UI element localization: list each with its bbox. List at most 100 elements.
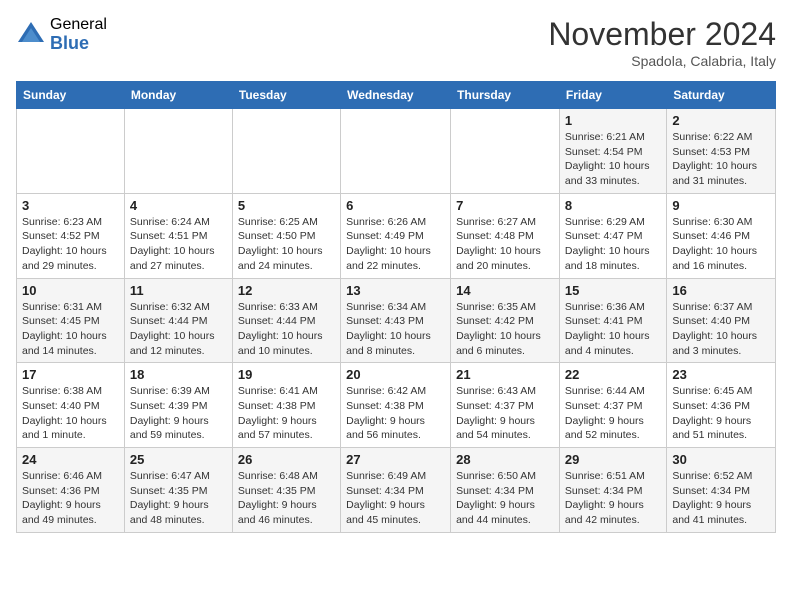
day-info: Sunrise: 6:23 AM Sunset: 4:52 PM Dayligh…: [22, 215, 119, 274]
header-row: SundayMondayTuesdayWednesdayThursdayFrid…: [17, 82, 776, 109]
day-info: Sunrise: 6:46 AM Sunset: 4:36 PM Dayligh…: [22, 469, 119, 528]
page-header: General Blue November 2024 Spadola, Cala…: [16, 16, 776, 69]
month-title: November 2024: [548, 16, 776, 53]
location: Spadola, Calabria, Italy: [548, 53, 776, 69]
day-cell: 28Sunrise: 6:50 AM Sunset: 4:34 PM Dayli…: [451, 448, 560, 533]
day-info: Sunrise: 6:45 AM Sunset: 4:36 PM Dayligh…: [672, 384, 770, 443]
day-cell: 4Sunrise: 6:24 AM Sunset: 4:51 PM Daylig…: [124, 193, 232, 278]
day-number: 8: [565, 198, 661, 213]
column-header-wednesday: Wednesday: [341, 82, 451, 109]
logo-blue: Blue: [50, 34, 107, 54]
column-header-monday: Monday: [124, 82, 232, 109]
day-info: Sunrise: 6:41 AM Sunset: 4:38 PM Dayligh…: [238, 384, 335, 443]
day-number: 15: [565, 283, 661, 298]
logo-icon: [16, 20, 46, 50]
day-info: Sunrise: 6:29 AM Sunset: 4:47 PM Dayligh…: [565, 215, 661, 274]
day-number: 26: [238, 452, 335, 467]
day-cell: 22Sunrise: 6:44 AM Sunset: 4:37 PM Dayli…: [559, 363, 666, 448]
day-number: 6: [346, 198, 445, 213]
day-cell: 23Sunrise: 6:45 AM Sunset: 4:36 PM Dayli…: [667, 363, 776, 448]
day-cell: 8 Sunrise: 6:29 AM Sunset: 4:47 PM Daylig…: [559, 193, 666, 278]
day-number: 12: [238, 283, 335, 298]
day-number: 17: [22, 367, 119, 382]
day-info: Sunrise: 6:21 AM Sunset: 4:54 PM Dayligh…: [565, 130, 661, 189]
day-cell: 21Sunrise: 6:43 AM Sunset: 4:37 PM Dayli…: [451, 363, 560, 448]
day-cell: 20 Sunrise: 6:42 AM Sunset: 4:38 PM Dayli…: [341, 363, 451, 448]
logo-general: General: [50, 16, 107, 34]
day-cell: 30Sunrise: 6:52 AM Sunset: 4:34 PM Dayli…: [667, 448, 776, 533]
day-info: Sunrise: 6:27 AM Sunset: 4:48 PM Dayligh…: [456, 215, 554, 274]
day-info: Sunrise: 6:32 AM Sunset: 4:44 PM Dayligh…: [130, 300, 227, 359]
day-number: 9: [672, 198, 770, 213]
day-info: Sunrise: 6:42 AM Sunset: 4:38 PM Dayligh…: [346, 384, 445, 443]
day-cell: 14Sunrise: 6:35 AM Sunset: 4:42 PM Dayli…: [451, 278, 560, 363]
day-cell: 2 Sunrise: 6:22 AM Sunset: 4:53 PM Daylig…: [667, 109, 776, 194]
day-cell: 9 Sunrise: 6:30 AM Sunset: 4:46 PM Daylig…: [667, 193, 776, 278]
day-number: 3: [22, 198, 119, 213]
week-row: 10Sunrise: 6:31 AM Sunset: 4:45 PM Dayli…: [17, 278, 776, 363]
day-cell: 12 Sunrise: 6:33 AM Sunset: 4:44 PM Dayli…: [232, 278, 340, 363]
day-number: 24: [22, 452, 119, 467]
day-cell: 11 Sunrise: 6:32 AM Sunset: 4:44 PM Dayli…: [124, 278, 232, 363]
day-info: Sunrise: 6:30 AM Sunset: 4:46 PM Dayligh…: [672, 215, 770, 274]
calendar-table: SundayMondayTuesdayWednesdayThursdayFrid…: [16, 81, 776, 533]
day-number: 11: [130, 283, 227, 298]
day-number: 1: [565, 113, 661, 128]
column-header-saturday: Saturday: [667, 82, 776, 109]
week-row: 24 Sunrise: 6:46 AM Sunset: 4:36 PM Dayli…: [17, 448, 776, 533]
day-info: Sunrise: 6:48 AM Sunset: 4:35 PM Dayligh…: [238, 469, 335, 528]
week-row: 1 Sunrise: 6:21 AM Sunset: 4:54 PM Daylig…: [17, 109, 776, 194]
day-number: 29: [565, 452, 661, 467]
day-cell: [341, 109, 451, 194]
logo-text: General Blue: [50, 16, 107, 53]
column-header-thursday: Thursday: [451, 82, 560, 109]
day-cell: 16 Sunrise: 6:37 AM Sunset: 4:40 PM Dayli…: [667, 278, 776, 363]
day-cell: [124, 109, 232, 194]
day-info: Sunrise: 6:47 AM Sunset: 4:35 PM Dayligh…: [130, 469, 227, 528]
day-info: Sunrise: 6:24 AM Sunset: 4:51 PM Dayligh…: [130, 215, 227, 274]
logo: General Blue: [16, 16, 107, 53]
day-cell: 5 Sunrise: 6:25 AM Sunset: 4:50 PM Daylig…: [232, 193, 340, 278]
day-number: 20: [346, 367, 445, 382]
day-cell: [451, 109, 560, 194]
day-number: 2: [672, 113, 770, 128]
day-number: 22: [565, 367, 661, 382]
day-info: Sunrise: 6:49 AM Sunset: 4:34 PM Dayligh…: [346, 469, 445, 528]
day-info: Sunrise: 6:37 AM Sunset: 4:40 PM Dayligh…: [672, 300, 770, 359]
day-cell: 17 Sunrise: 6:38 AM Sunset: 4:40 PM Dayli…: [17, 363, 125, 448]
day-info: Sunrise: 6:22 AM Sunset: 4:53 PM Dayligh…: [672, 130, 770, 189]
day-info: Sunrise: 6:34 AM Sunset: 4:43 PM Dayligh…: [346, 300, 445, 359]
day-info: Sunrise: 6:26 AM Sunset: 4:49 PM Dayligh…: [346, 215, 445, 274]
day-cell: 26 Sunrise: 6:48 AM Sunset: 4:35 PM Dayli…: [232, 448, 340, 533]
column-header-friday: Friday: [559, 82, 666, 109]
day-number: 18: [130, 367, 227, 382]
day-cell: 15 Sunrise: 6:36 AM Sunset: 4:41 PM Dayli…: [559, 278, 666, 363]
day-number: 5: [238, 198, 335, 213]
day-number: 27: [346, 452, 445, 467]
day-info: Sunrise: 6:38 AM Sunset: 4:40 PM Dayligh…: [22, 384, 119, 443]
day-cell: 1 Sunrise: 6:21 AM Sunset: 4:54 PM Daylig…: [559, 109, 666, 194]
day-cell: 18 Sunrise: 6:39 AM Sunset: 4:39 PM Dayli…: [124, 363, 232, 448]
column-header-tuesday: Tuesday: [232, 82, 340, 109]
day-cell: 6 Sunrise: 6:26 AM Sunset: 4:49 PM Daylig…: [341, 193, 451, 278]
day-info: Sunrise: 6:25 AM Sunset: 4:50 PM Dayligh…: [238, 215, 335, 274]
day-info: Sunrise: 6:33 AM Sunset: 4:44 PM Dayligh…: [238, 300, 335, 359]
day-cell: 10Sunrise: 6:31 AM Sunset: 4:45 PM Dayli…: [17, 278, 125, 363]
day-cell: 29Sunrise: 6:51 AM Sunset: 4:34 PM Dayli…: [559, 448, 666, 533]
title-block: November 2024 Spadola, Calabria, Italy: [548, 16, 776, 69]
day-info: Sunrise: 6:36 AM Sunset: 4:41 PM Dayligh…: [565, 300, 661, 359]
week-row: 3 Sunrise: 6:23 AM Sunset: 4:52 PM Daylig…: [17, 193, 776, 278]
day-number: 7: [456, 198, 554, 213]
day-cell: 25 Sunrise: 6:47 AM Sunset: 4:35 PM Dayli…: [124, 448, 232, 533]
day-cell: 19 Sunrise: 6:41 AM Sunset: 4:38 PM Dayli…: [232, 363, 340, 448]
day-number: 10: [22, 283, 119, 298]
day-info: Sunrise: 6:39 AM Sunset: 4:39 PM Dayligh…: [130, 384, 227, 443]
day-number: 19: [238, 367, 335, 382]
day-cell: 27 Sunrise: 6:49 AM Sunset: 4:34 PM Dayli…: [341, 448, 451, 533]
day-cell: 24 Sunrise: 6:46 AM Sunset: 4:36 PM Dayli…: [17, 448, 125, 533]
day-number: 25: [130, 452, 227, 467]
week-row: 17 Sunrise: 6:38 AM Sunset: 4:40 PM Dayli…: [17, 363, 776, 448]
day-number: 21: [456, 367, 554, 382]
day-number: 16: [672, 283, 770, 298]
day-info: Sunrise: 6:50 AM Sunset: 4:34 PM Dayligh…: [456, 469, 554, 528]
